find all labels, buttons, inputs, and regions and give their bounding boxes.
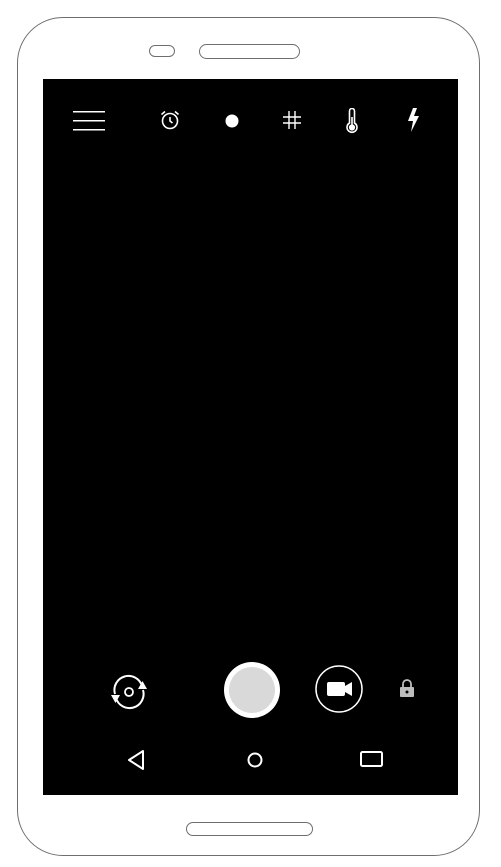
hamburger-menu-icon[interactable] xyxy=(73,110,105,132)
dot-icon[interactable] xyxy=(225,114,239,128)
rotate-camera-icon[interactable] xyxy=(104,670,154,714)
recents-square-icon[interactable] xyxy=(359,749,385,769)
thermometer-icon[interactable] xyxy=(344,108,360,134)
earpiece-speaker xyxy=(199,44,300,59)
video-camera-icon[interactable] xyxy=(314,664,364,714)
shutter-button[interactable] xyxy=(222,660,282,720)
alarm-clock-icon[interactable] xyxy=(159,109,181,131)
lock-icon[interactable] xyxy=(398,678,416,698)
front-camera xyxy=(149,45,175,57)
home-circle-icon[interactable] xyxy=(245,750,265,770)
grid-hash-icon[interactable] xyxy=(282,110,302,130)
lightning-bolt-icon[interactable] xyxy=(405,107,421,133)
back-triangle-icon[interactable] xyxy=(127,749,147,771)
hardware-home-button[interactable] xyxy=(186,822,313,836)
